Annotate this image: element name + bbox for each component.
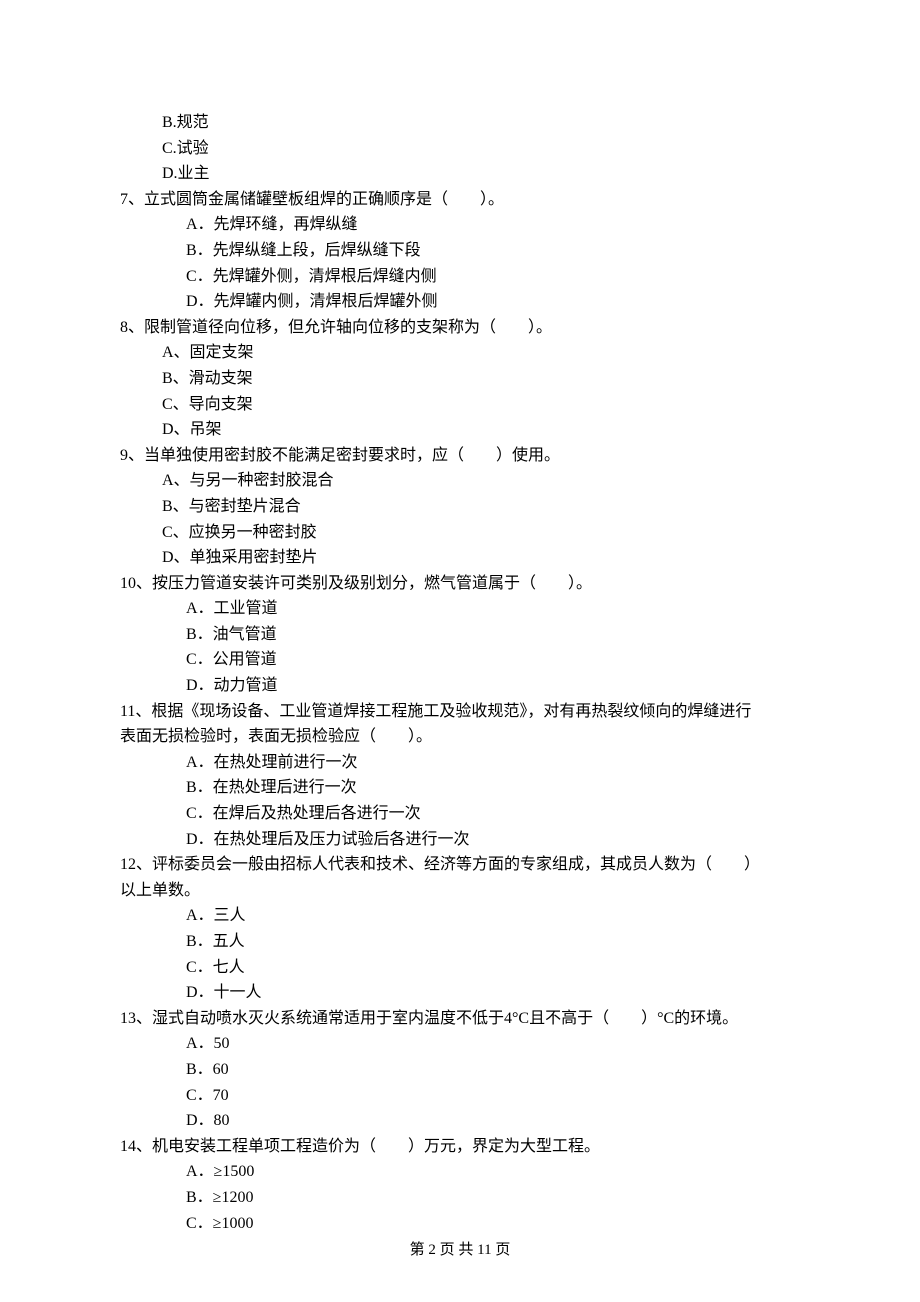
question-8-option-b: B、滑动支架 — [120, 366, 800, 392]
question-11-option-b: B．在热处理后进行一次 — [120, 775, 800, 801]
question-12-option-a: A．三人 — [120, 903, 800, 929]
question-10-option-a: A．工业管道 — [120, 596, 800, 622]
question-7-stem: 7、立式圆筒金属储罐壁板组焊的正确顺序是（ ）。 — [120, 187, 800, 213]
question-14-option-a: A．≥1500 — [120, 1159, 800, 1185]
question-14-stem: 14、机电安装工程单项工程造价为（ ）万元，界定为大型工程。 — [120, 1134, 800, 1160]
question-7-option-d: D．先焊罐内侧，清焊根后焊罐外侧 — [120, 289, 800, 315]
question-13-option-d: D．80 — [120, 1108, 800, 1134]
question-12-option-d: D．十一人 — [120, 980, 800, 1006]
question-8-option-d: D、吊架 — [120, 417, 800, 443]
question-9-option-a: A、与另一种密封胶混合 — [120, 468, 800, 494]
orphan-option-c: C.试验 — [120, 136, 800, 162]
question-11-option-a: A．在热处理前进行一次 — [120, 750, 800, 776]
question-10-option-c: C．公用管道 — [120, 647, 800, 673]
question-14-option-b: B．≥1200 — [120, 1185, 800, 1211]
question-13-option-a: A．50 — [120, 1031, 800, 1057]
question-13-option-c: C．70 — [120, 1083, 800, 1109]
question-9-option-b: B、与密封垫片混合 — [120, 494, 800, 520]
question-9-option-d: D、单独采用密封垫片 — [120, 545, 800, 571]
orphan-option-d: D.业主 — [120, 161, 800, 187]
question-14-option-c: C．≥1000 — [120, 1211, 800, 1237]
question-9-stem: 9、当单独使用密封胶不能满足密封要求时，应（ ）使用。 — [120, 443, 800, 469]
page-footer: 第 2 页 共 11 页 — [0, 1238, 920, 1262]
question-10-stem: 10、按压力管道安装许可类别及级别划分，燃气管道属于（ ）。 — [120, 571, 800, 597]
question-11-option-d: D．在热处理后及压力试验后各进行一次 — [120, 827, 800, 853]
question-8-stem: 8、限制管道径向位移，但允许轴向位移的支架称为（ ）。 — [120, 315, 800, 341]
question-9-option-c: C、应换另一种密封胶 — [120, 520, 800, 546]
question-12-option-b: B．五人 — [120, 929, 800, 955]
orphan-option-b: B.规范 — [120, 110, 800, 136]
question-11-stem-line2: 表面无损检验时，表面无损检验应（ ）。 — [120, 724, 800, 750]
question-8-option-c: C、导向支架 — [120, 392, 800, 418]
question-7-option-b: B．先焊纵缝上段，后焊纵缝下段 — [120, 238, 800, 264]
question-12-option-c: C．七人 — [120, 955, 800, 981]
question-11-stem-line1: 11、根据《现场设备、工业管道焊接工程施工及验收规范》，对有再热裂纹倾向的焊缝进… — [120, 699, 800, 725]
question-10-option-b: B．油气管道 — [120, 622, 800, 648]
question-10-option-d: D．动力管道 — [120, 673, 800, 699]
question-13-option-b: B．60 — [120, 1057, 800, 1083]
question-13-stem: 13、湿式自动喷水灭火系统通常适用于室内温度不低于4°C且不高于（ ）°C的环境… — [120, 1006, 800, 1032]
question-7-option-a: A．先焊环缝，再焊纵缝 — [120, 212, 800, 238]
question-12-stem-line2: 以上单数。 — [120, 878, 800, 904]
question-12-stem-line1: 12、评标委员会一般由招标人代表和技术、经济等方面的专家组成，其成员人数为（ ） — [120, 852, 800, 878]
question-11-option-c: C．在焊后及热处理后各进行一次 — [120, 801, 800, 827]
question-7-option-c: C．先焊罐外侧，清焊根后焊缝内侧 — [120, 264, 800, 290]
page-body: B.规范 C.试验 D.业主 7、立式圆筒金属储罐壁板组焊的正确顺序是（ ）。 … — [0, 0, 920, 1236]
question-8-option-a: A、固定支架 — [120, 340, 800, 366]
